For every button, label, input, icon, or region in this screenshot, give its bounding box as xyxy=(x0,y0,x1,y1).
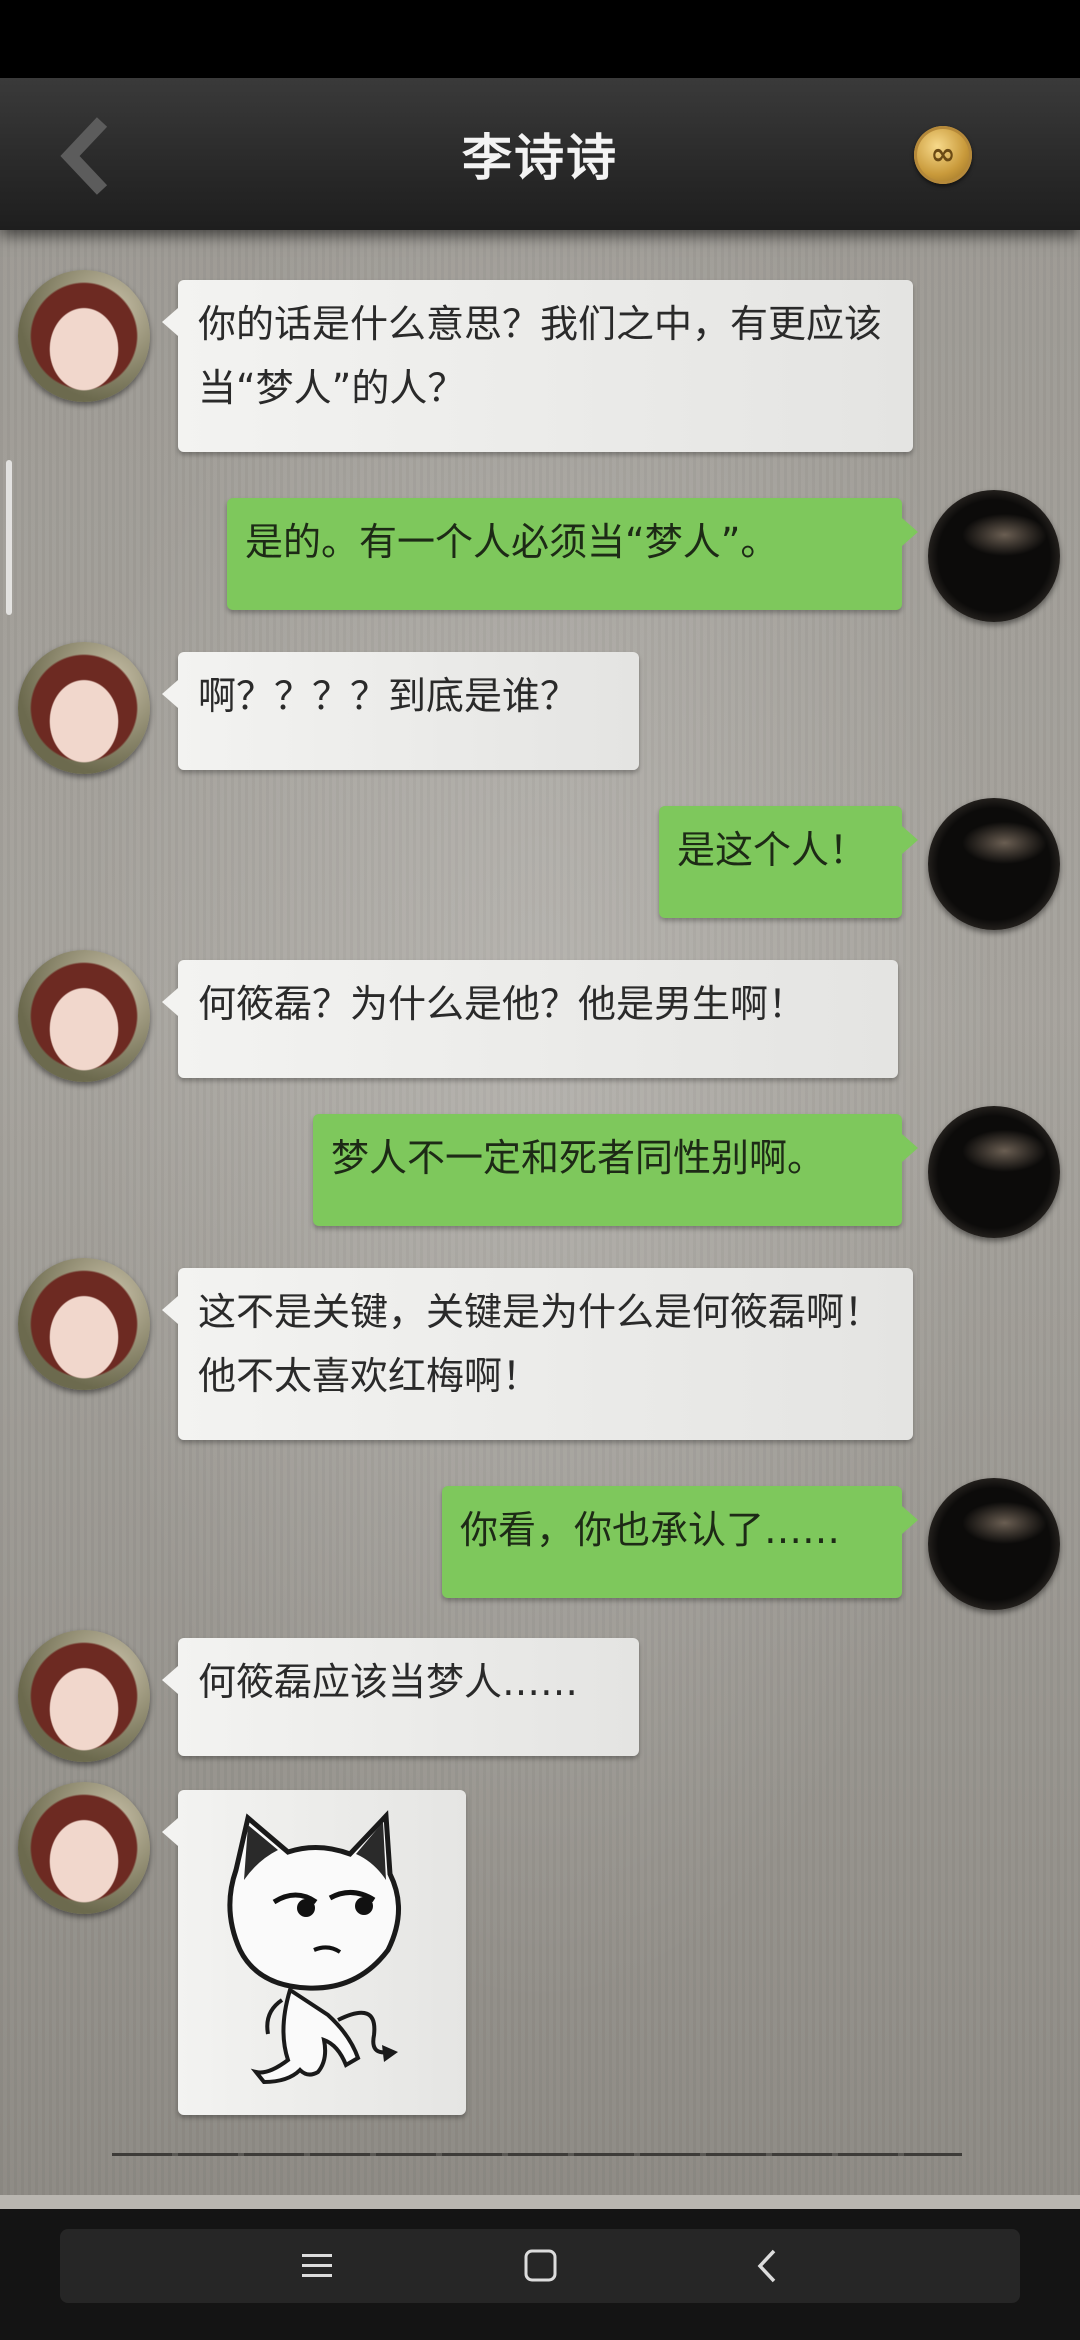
status-bar xyxy=(0,0,1080,78)
chat-area[interactable]: 你的话是什么意思？我们之中，有更应该当“梦人”的人？ 是的。有一个人必须当“梦人… xyxy=(0,230,1080,2195)
avatar[interactable] xyxy=(928,490,1060,622)
avatar[interactable] xyxy=(928,1106,1060,1238)
message-bubble-outgoing: 是的。有一个人必须当“梦人”。 xyxy=(227,498,918,610)
avatar[interactable] xyxy=(928,1478,1060,1610)
message-bubble-incoming: 何筱磊应该当梦人…… xyxy=(162,1638,639,1756)
home-button[interactable] xyxy=(500,2229,580,2303)
divider xyxy=(112,2153,962,2156)
avatar[interactable] xyxy=(18,270,150,402)
avatar[interactable] xyxy=(18,950,150,1082)
infinity-coin-icon[interactable]: ∞ xyxy=(914,126,972,184)
nav-pill xyxy=(60,2229,1020,2303)
system-nav-bar xyxy=(0,2209,1080,2340)
message-bubble-outgoing: 梦人不一定和死者同性别啊。 xyxy=(313,1114,918,1226)
cartoon-cat-devil-sticker xyxy=(227,1810,401,2085)
menu-icon xyxy=(302,2254,332,2277)
message-bubble-incoming: 啊？？？？到底是谁？ xyxy=(162,652,639,770)
message-bubble-outgoing: 你看，你也承认了…… xyxy=(442,1486,918,1598)
square-home-icon xyxy=(524,2249,557,2282)
avatar[interactable] xyxy=(928,798,1060,930)
chat-bottom-edge xyxy=(0,2195,1080,2209)
chevron-left-icon xyxy=(757,2249,776,2283)
avatar[interactable] xyxy=(18,1258,150,1390)
message-bubble-outgoing: 是这个人！ xyxy=(659,806,918,918)
system-back-button[interactable] xyxy=(726,2229,806,2303)
chat-header: 李诗诗 ∞ xyxy=(0,78,1080,230)
message-bubble-incoming: 这不是关键，关键是为什么是何筱磊啊！他不太喜欢红梅啊！ xyxy=(162,1268,913,1440)
menu-button[interactable] xyxy=(276,2229,356,2303)
avatar[interactable] xyxy=(18,642,150,774)
scrollbar[interactable] xyxy=(6,460,12,615)
message-bubble-incoming: 何筱磊？为什么是他？他是男生啊！ xyxy=(162,960,898,1078)
message-bubble-incoming: 你的话是什么意思？我们之中，有更应该当“梦人”的人？ xyxy=(162,280,913,452)
sticker-message[interactable] xyxy=(162,1790,466,2115)
avatar[interactable] xyxy=(18,1630,150,1762)
avatar[interactable] xyxy=(18,1782,150,1914)
